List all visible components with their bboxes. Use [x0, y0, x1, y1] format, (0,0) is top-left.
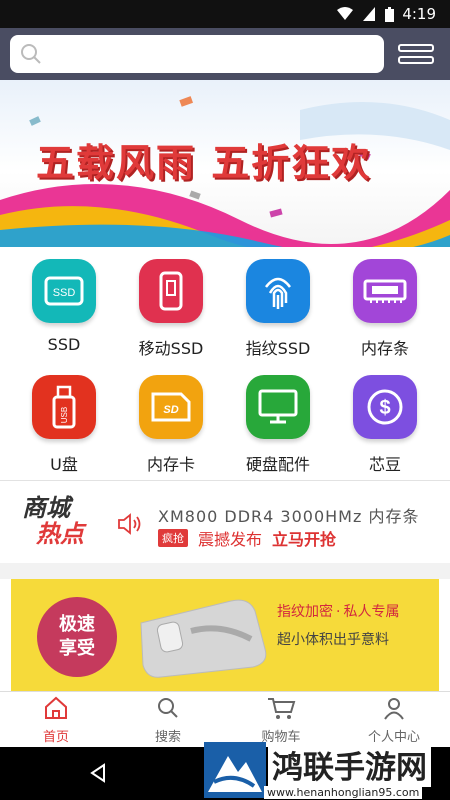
- hot-headline: XM800 DDR4 3000HMz 内存条: [158, 507, 420, 526]
- fingerprint-icon: [246, 259, 310, 323]
- divider: [0, 480, 450, 481]
- wifi-icon: [337, 7, 354, 20]
- bottom-tab-bar: 首页 搜索 购物车 个人中心: [0, 691, 450, 747]
- monitor-icon: [246, 375, 310, 439]
- sd-card-icon: SD: [139, 375, 203, 439]
- tab-profile[interactable]: 个人中心: [338, 692, 450, 745]
- category-label: 芯豆: [368, 455, 401, 474]
- promo-circle-line2: 享受: [59, 638, 95, 659]
- hot-subline: 震撼发布 立马开抢: [198, 526, 336, 550]
- status-time: 4:19: [402, 5, 436, 23]
- mall-hot-news[interactable]: 商城 热点 XM800 DDR4 3000HMz 内存条 疯抢 震撼发布 立马开抢: [0, 483, 450, 563]
- promo-banner[interactable]: 五载风雨 五折狂欢: [0, 80, 450, 247]
- tab-home[interactable]: 首页: [0, 692, 112, 745]
- home-icon: [45, 696, 67, 719]
- svg-text:SSD: SSD: [53, 287, 76, 299]
- hot-news-logo: 商城 热点: [22, 495, 84, 547]
- promo-feature-a: 指纹加密: [277, 604, 333, 620]
- category-sd-card[interactable]: SD 内存卡: [121, 375, 221, 475]
- watermark: 鸿联手游网 www.henanhonglian95.com: [200, 742, 450, 800]
- category-label: 硬盘配件: [245, 455, 310, 474]
- top-bar: [0, 28, 450, 80]
- category-label: 移动SSD: [138, 339, 204, 358]
- category-label: 指纹SSD: [245, 339, 311, 358]
- search-icon: [158, 698, 178, 718]
- category-memory[interactable]: 内存条: [335, 259, 435, 359]
- promo-sep: ·: [336, 604, 341, 620]
- hot-subline-text: 震撼发布: [198, 530, 263, 549]
- banner-title: 五载风雨 五折狂欢: [36, 141, 372, 185]
- hot-logo-line1: 商城: [22, 493, 70, 522]
- memory-icon: [353, 259, 417, 323]
- dollar-coin-icon: $: [353, 375, 417, 439]
- portable-ssd-icon: [139, 259, 203, 323]
- section-gap: [0, 563, 450, 579]
- promo-circle: 极速 享受: [37, 597, 117, 677]
- promo-tagline: 超小体积出乎意料: [277, 632, 389, 648]
- promo-card[interactable]: 极速 享受 指纹加密 · 私人专属 超小体积出乎意料: [11, 579, 439, 691]
- svg-text:$: $: [379, 397, 390, 419]
- hot-logo-line2: 热点: [36, 519, 84, 548]
- category-fingerprint-ssd[interactable]: 指纹SSD: [228, 259, 328, 359]
- ssd-icon: SSD: [32, 259, 96, 323]
- search-box[interactable]: [10, 35, 384, 73]
- category-ssd[interactable]: SSD SSD: [14, 259, 114, 354]
- category-grid: SSD SSD 移动SSD 指纹SSD 内存条 USB U盘 SD 内存卡 硬盘…: [0, 247, 450, 480]
- watermark-url: www.henanhonglian95.com: [264, 786, 423, 799]
- watermark-name: 鸿联手游网: [268, 742, 431, 787]
- cart-icon: [268, 698, 296, 719]
- user-icon: [384, 698, 404, 720]
- signal-icon: [363, 7, 376, 21]
- watermark-logo: [204, 742, 266, 798]
- promo-feature-line: 指纹加密 · 私人专属: [277, 601, 399, 621]
- battery-icon: [385, 6, 395, 22]
- svg-text:SD: SD: [163, 404, 178, 416]
- category-chip-beans[interactable]: $ 芯豆: [335, 375, 435, 475]
- tab-label: 首页: [42, 730, 69, 745]
- category-drive-accessories[interactable]: 硬盘配件: [228, 375, 328, 475]
- hot-cta[interactable]: 立马开抢: [272, 530, 336, 549]
- svg-text:USB: USB: [60, 407, 69, 423]
- search-icon: [21, 44, 41, 64]
- back-icon[interactable]: [88, 763, 108, 783]
- promo-circle-line1: 极速: [59, 614, 95, 635]
- status-bar: 4:19: [0, 0, 450, 28]
- promo-feature-b: 私人专属: [343, 604, 400, 620]
- tab-cart[interactable]: 购物车: [225, 692, 337, 745]
- category-label: 内存条: [360, 339, 409, 358]
- speaker-icon: [118, 513, 141, 535]
- menu-bar-top: [398, 44, 434, 52]
- category-label: U盘: [50, 455, 78, 474]
- tab-search[interactable]: 搜索: [112, 692, 224, 745]
- usb-stick-image: [140, 599, 267, 678]
- hot-tag-badge: 疯抢: [158, 529, 188, 547]
- category-label: 内存卡: [146, 455, 195, 474]
- usb-drive-icon: USB: [32, 375, 96, 439]
- category-portable-ssd[interactable]: 移动SSD: [121, 259, 221, 359]
- category-usb-drive[interactable]: USB U盘: [14, 375, 114, 475]
- category-label: SSD: [47, 335, 81, 354]
- menu-button[interactable]: [398, 36, 434, 72]
- search-input[interactable]: [50, 46, 370, 62]
- menu-bar-bottom: [398, 56, 434, 64]
